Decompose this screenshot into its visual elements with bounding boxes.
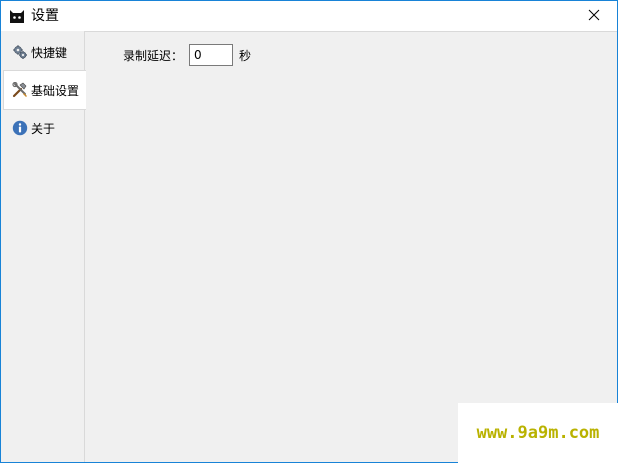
- record-delay-label: 录制延迟：: [123, 49, 184, 63]
- tools-icon: [12, 82, 28, 98]
- tab-shortcuts-label: 快捷键: [31, 45, 68, 60]
- info-icon: [12, 120, 28, 136]
- record-delay-input[interactable]: [189, 44, 233, 66]
- tab-basic-settings-label: 基础设置: [31, 83, 80, 98]
- record-delay-unit: 秒: [239, 49, 252, 63]
- settings-window: 设置 快捷键 基础设置 关于 录制延迟： 0 秒: [0, 0, 618, 463]
- window-title: 设置: [31, 8, 59, 24]
- watermark-text: www.9a9m.com: [476, 423, 600, 443]
- tab-shortcuts[interactable]: 快捷键: [4, 33, 83, 71]
- tab-about[interactable]: 关于: [4, 109, 83, 147]
- basic-settings-panel: 录制延迟： 秒: [84, 31, 617, 462]
- tab-basic-settings[interactable]: 基础设置: [3, 70, 86, 110]
- close-button[interactable]: [571, 1, 617, 31]
- site-watermark: www.9a9m.com: [458, 403, 618, 463]
- close-icon: [588, 9, 600, 24]
- settings-tabs: 快捷键 基础设置 关于: [1, 31, 86, 462]
- gears-icon: [12, 44, 28, 60]
- tab-about-label: 关于: [31, 121, 56, 136]
- title-bar[interactable]: 设置: [1, 1, 617, 31]
- cat-app-icon: [9, 8, 25, 24]
